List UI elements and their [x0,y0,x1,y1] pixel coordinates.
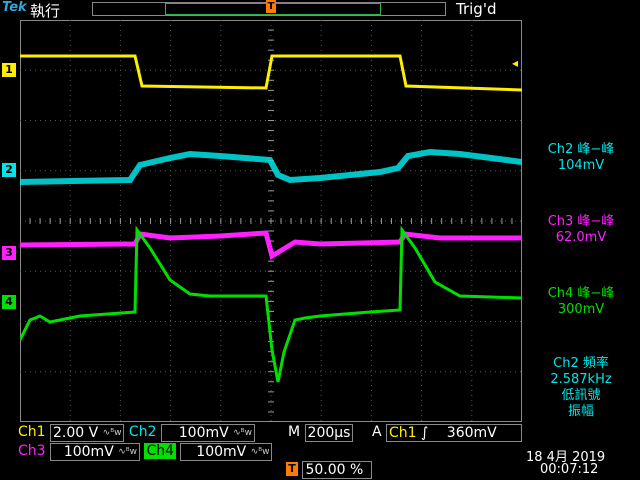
timebase-value: 200µs [304,424,354,442]
bandwidth-limit-icon: ∿ᴮw [250,447,270,457]
timebase-label: M [288,424,301,440]
measurement-note: 低訊號 [561,388,601,403]
measurement-value: 104mV [557,158,605,173]
trigger-position-value: 50.00 % [302,461,373,479]
trigger-position-icon: T [286,462,298,476]
status-row-top: Ch1 2.00 V ∿ᴮw Ch2 100mV ∿ᴮw [18,424,255,442]
ch1-scale-box[interactable]: 2.00 V ∿ᴮw [50,424,125,442]
measurement-label: Ch3 峰−峰 [547,214,615,229]
measurement-note: 振幅 [567,404,594,419]
trigger-settings-box: Ch1 ∫ 360mV [386,424,523,442]
bandwidth-limit-icon: ∿ᴮw [118,447,138,457]
waveform-display [20,20,522,422]
run-state-label: 執行 [30,2,61,20]
trigger-mode: A [372,424,382,440]
trigger-level: 360mV [446,425,497,441]
ch1-scale: 2.00 V [53,425,99,441]
trigger-slope-icon: ∫ [421,425,429,441]
ch2-label[interactable]: Ch2 [129,424,157,440]
ch3-label[interactable]: Ch3 [18,443,46,459]
ch4-label[interactable]: Ch4 [144,443,177,459]
measurement-ch3-pk2pk: Ch3 峰−峰 62.0mV [522,214,640,246]
measurement-value: 300mV [557,302,605,317]
trigger-source: Ch1 [389,425,417,441]
time-readout: 00:07:12 [540,462,599,477]
trigger-status: Trig'd [456,0,497,18]
measurement-value: 62.0mV [555,230,607,245]
measurement-value: 2.587kHz [550,372,612,387]
timebase-readout[interactable]: M 200µs [288,424,354,442]
bandwidth-limit-icon: ∿ᴮw [233,428,252,438]
measurement-ch4-pk2pk: Ch4 峰−峰 300mV [522,286,640,318]
ch2-scale: 100mV [178,425,229,441]
trigger-readout[interactable]: A Ch1 ∫ 360mV [372,424,523,442]
ch4-scale-box[interactable]: 100mV ∿ᴮw [180,443,273,461]
measurement-label: Ch2 頻率 [553,356,609,371]
measurement-label: Ch4 峰−峰 [547,286,615,301]
measurement-label: Ch2 峰−峰 [547,142,615,157]
trigger-level-marker[interactable]: ◂ [512,56,518,70]
brand-logo: Tek [2,0,27,15]
ch2-scale-box[interactable]: 100mV ∿ᴮw [160,424,255,442]
ch3-scale-box[interactable]: 100mV ∿ᴮw [50,443,141,461]
ch3-ground-marker[interactable]: 3 [2,246,16,260]
trigger-position-readout[interactable]: T 50.00 % [286,461,373,479]
ch2-ground-marker[interactable]: 2 [2,163,16,177]
ch1-label[interactable]: Ch1 [18,424,46,440]
measurement-ch2-frequency: Ch2 頻率 2.587kHz 低訊號 振幅 [522,356,640,420]
bandwidth-limit-icon: ∿ᴮw [102,428,122,438]
status-row-bottom: Ch3 100mV ∿ᴮw Ch4 100mV ∿ᴮw [18,443,273,461]
ch4-scale: 100mV [196,444,247,460]
ch3-scale: 100mV [63,444,114,460]
ch1-ground-marker[interactable]: 1 [2,63,16,77]
measurement-ch2-pk2pk: Ch2 峰−峰 104mV [522,142,640,174]
ch4-ground-marker[interactable]: 4 [2,295,16,309]
trigger-position-top-icon: T [266,0,276,13]
